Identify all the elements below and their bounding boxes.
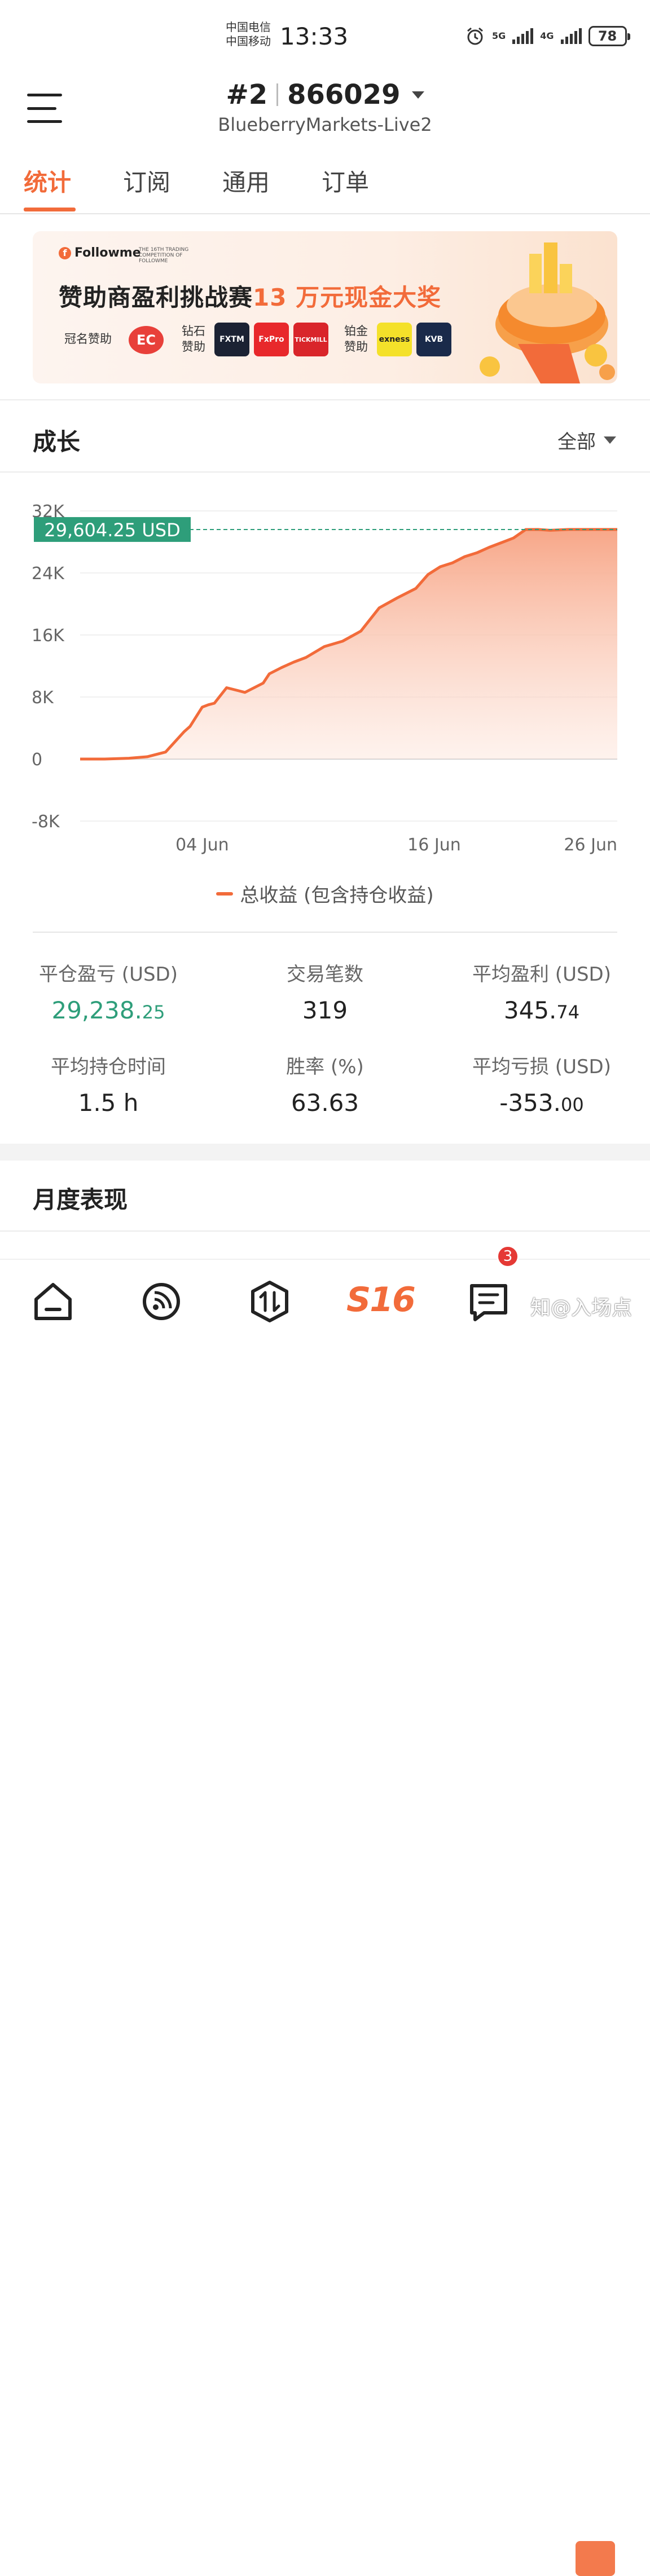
- stat-value: 29,238.25: [51, 996, 165, 1024]
- section-separator: [0, 1144, 650, 1161]
- divider: [0, 1230, 650, 1232]
- network-5g-label: 5G: [492, 30, 506, 41]
- diamond-label-2: 赞助: [182, 340, 205, 354]
- stat-value: 319: [302, 996, 348, 1024]
- status-bar: 中国电信 中国移动 13:33 5G 4G 78: [0, 0, 650, 68]
- stat-avg-profit: 平均盈利 (USD) 345.74: [433, 959, 650, 1024]
- status-icons: 5G 4G 78: [465, 26, 630, 46]
- divider: [33, 932, 617, 933]
- stat-closed-pnl: 平仓盈亏 (USD) 29,238.25: [0, 959, 217, 1024]
- messages-icon[interactable]: [467, 1280, 510, 1323]
- battery-level: 78: [598, 28, 617, 44]
- y-tick-label: -8K: [32, 812, 60, 832]
- platinum-label-1: 铂金: [344, 324, 368, 338]
- followme-icon: f: [59, 246, 71, 259]
- banner-brand: Followme: [74, 246, 141, 260]
- notification-badge: 3: [497, 1245, 519, 1268]
- watermark: 知@入场点: [530, 1296, 633, 1320]
- tab-bar: 统计 订阅 通用 订单: [0, 164, 650, 214]
- y-tick-label: 16K: [32, 626, 65, 646]
- feed-icon[interactable]: [140, 1280, 183, 1323]
- legend-swatch: [216, 892, 234, 896]
- followme-logo: f Followme: [59, 246, 141, 260]
- y-tick-label: 24K: [32, 564, 65, 584]
- trade-icon[interactable]: [248, 1280, 291, 1323]
- stat-label: 平均盈利 (USD): [472, 963, 611, 986]
- home-icon[interactable]: [32, 1280, 74, 1323]
- divider: [276, 83, 279, 106]
- active-tab-indicator: [24, 208, 76, 211]
- carrier-1: 中国电信: [226, 20, 271, 34]
- stat-win-rate: 胜率 (%) 63.63: [217, 1051, 433, 1117]
- stat-value: -353.00: [499, 1089, 584, 1117]
- sponsor-fxpro-logo: FxPro: [254, 323, 289, 356]
- account-number: #2: [226, 79, 268, 111]
- trophy-illustration: [480, 242, 615, 383]
- y-tick-label: 8K: [32, 688, 54, 708]
- stat-value: 63.63: [291, 1089, 359, 1117]
- stat-label: 平均亏损 (USD): [472, 1056, 611, 1078]
- carrier-labels: 中国电信 中国移动: [226, 20, 271, 48]
- carrier-2: 中国移动: [226, 34, 271, 48]
- sponsor-exness-logo: exness: [377, 323, 412, 356]
- stat-label: 平均持仓时间: [51, 1056, 166, 1078]
- growth-title: 成长: [33, 428, 81, 456]
- battery-icon: 78: [588, 26, 630, 46]
- current-value-label: 29,604.25 USD: [44, 519, 180, 541]
- growth-chart[interactable]: 32K24K16K8K0-8K04 Jun 16 Jun 26 Jun29,604.…: [0, 491, 650, 863]
- banner-title: 赞助商盈利挑战赛13 万元现金大奖: [59, 279, 441, 313]
- profile-icon[interactable]: [576, 2541, 615, 2576]
- signal-icon: [512, 28, 534, 44]
- range-value: 全部: [557, 431, 596, 453]
- diamond-label-1: 钻石: [182, 324, 205, 338]
- stat-label: 交易笔数: [287, 963, 363, 986]
- range-dropdown[interactable]: 全部: [557, 426, 616, 454]
- account-id: 866029: [287, 79, 401, 111]
- stat-label: 平仓盈亏 (USD): [39, 963, 178, 986]
- sponsor-ec-logo: EC: [129, 326, 164, 354]
- tab-subscribe[interactable]: 订阅: [123, 164, 170, 198]
- sponsor-kvb-logo: KVB: [416, 323, 451, 356]
- account-title[interactable]: #2 866029: [226, 79, 424, 111]
- tab-general[interactable]: 通用: [222, 164, 270, 198]
- status-time: 13:33: [280, 23, 349, 50]
- title-sponsor-label: 冠名赞助: [64, 332, 112, 346]
- series-area: [80, 529, 617, 759]
- stat-value: 345.74: [503, 996, 580, 1024]
- x-tick-label: 26 Jun: [564, 835, 617, 855]
- platinum-label-2: 赞助: [344, 340, 368, 354]
- stat-label: 胜率 (%): [286, 1056, 364, 1078]
- legend-label: 总收益 (包含持仓收益): [240, 884, 434, 907]
- chart-legend[interactable]: 总收益 (包含持仓收益): [0, 880, 650, 907]
- x-tick-label: 16 Jun: [407, 835, 461, 855]
- network-4g-label: 4G: [540, 30, 554, 41]
- y-tick-label: 0: [32, 750, 42, 770]
- stat-avg-hold-time: 平均持仓时间 1.5 h: [0, 1051, 217, 1117]
- monthly-performance-title: 月度表现: [33, 1186, 128, 1214]
- chevron-down-icon[interactable]: [604, 436, 616, 444]
- tab-statistics[interactable]: 统计: [24, 164, 71, 198]
- account-selector[interactable]: #2 866029 BlueberryMarkets-Live2: [0, 79, 650, 135]
- sponsor-fxtm-logo: FXTM: [214, 323, 249, 356]
- stat-value: 1.5 h: [78, 1089, 139, 1117]
- alarm-icon: [467, 27, 483, 45]
- s16-competition-tab[interactable]: S16: [346, 1280, 416, 1320]
- banner-competition-label: THE 16TH TRADING COMPETITION OF FOLLOWME: [139, 247, 189, 264]
- server-name: BlueberryMarkets-Live2: [218, 114, 432, 135]
- sponsor-tickmill-logo: TICKMILL: [293, 323, 328, 356]
- x-tick-label: 04 Jun: [175, 835, 229, 855]
- banner-title-prize: 13 万元现金大奖: [253, 284, 442, 311]
- tab-orders[interactable]: 订单: [322, 164, 369, 198]
- chevron-down-icon[interactable]: [411, 91, 424, 99]
- banner-title-prefix: 赞助商盈利挑战赛: [59, 284, 253, 311]
- divider: [0, 399, 650, 400]
- divider: [0, 471, 650, 473]
- signal-icon: [560, 28, 582, 44]
- stat-avg-loss: 平均亏损 (USD) -353.00: [433, 1051, 650, 1117]
- promo-banner[interactable]: f Followme THE 16TH TRADING COMPETITION …: [33, 231, 617, 383]
- stat-trade-count: 交易笔数 319: [217, 959, 433, 1024]
